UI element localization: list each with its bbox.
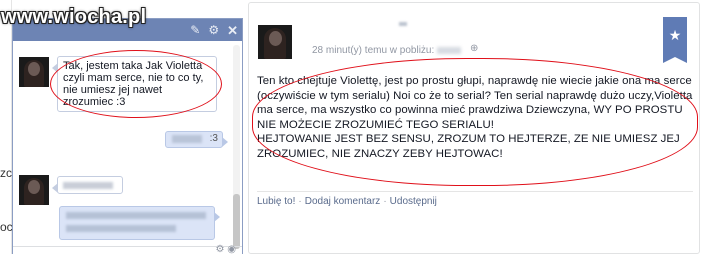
star-icon: ★ — [668, 27, 682, 43]
divider — [257, 191, 693, 192]
chat-scrollbar[interactable] — [233, 45, 240, 249]
chat-message-left: Tak, jestem taka Jak Violetta czyli mam … — [52, 56, 217, 112]
background-fragment: zc — [0, 166, 12, 180]
author-name-blurred — [399, 22, 407, 26]
post-timestamp[interactable]: 28 minut(y) temu w pobliżu: — [312, 45, 462, 56]
close-icon[interactable]: ✕ — [227, 24, 238, 37]
avatar[interactable] — [19, 57, 49, 87]
chat-window: ✎ ⚙ ✕ Tak, jestem taka Jak Violetta czyl… — [12, 18, 243, 254]
avatar[interactable] — [19, 175, 49, 205]
ribbon-badge[interactable]: ★ — [663, 17, 687, 63]
globe-icon[interactable]: ⊕ — [470, 43, 478, 54]
background-page — [0, 0, 12, 254]
pencil-icon[interactable]: ✎ — [190, 24, 200, 36]
post-avatar[interactable] — [258, 25, 292, 59]
chat-footer: ⚙ ◉ — [13, 244, 242, 254]
gear-icon[interactable]: ⚙ — [208, 24, 219, 36]
post-actions: Lubię to! · Dodaj komentarz · Udostępnij — [257, 196, 437, 207]
chat-message-text: :3 — [209, 133, 218, 144]
comment-link[interactable]: Dodaj komentarz — [305, 196, 381, 207]
post-card: 28 minut(y) temu w pobliżu: ⊕ ★ Ten kto … — [248, 2, 700, 254]
settings-icon[interactable]: ⚙ ◉ — [216, 244, 236, 254]
chat-scroll-thumb[interactable] — [233, 194, 240, 249]
like-link[interactable]: Lubię to! — [257, 196, 295, 207]
chat-message-text: Tak, jestem taka Jak Violetta czyli mam … — [63, 60, 204, 108]
chat-messages[interactable]: Tak, jestem taka Jak Violetta czyli mam … — [13, 41, 242, 254]
chat-message-right: :3 — [165, 131, 228, 148]
chat-message-left — [52, 176, 123, 194]
watermark: www.wiocha.pl — [1, 6, 147, 28]
chat-message-right — [59, 206, 220, 240]
share-link[interactable]: Udostępnij — [390, 196, 437, 207]
post-text: Ten kto chejtuje Violettę, jest po prost… — [257, 75, 693, 160]
